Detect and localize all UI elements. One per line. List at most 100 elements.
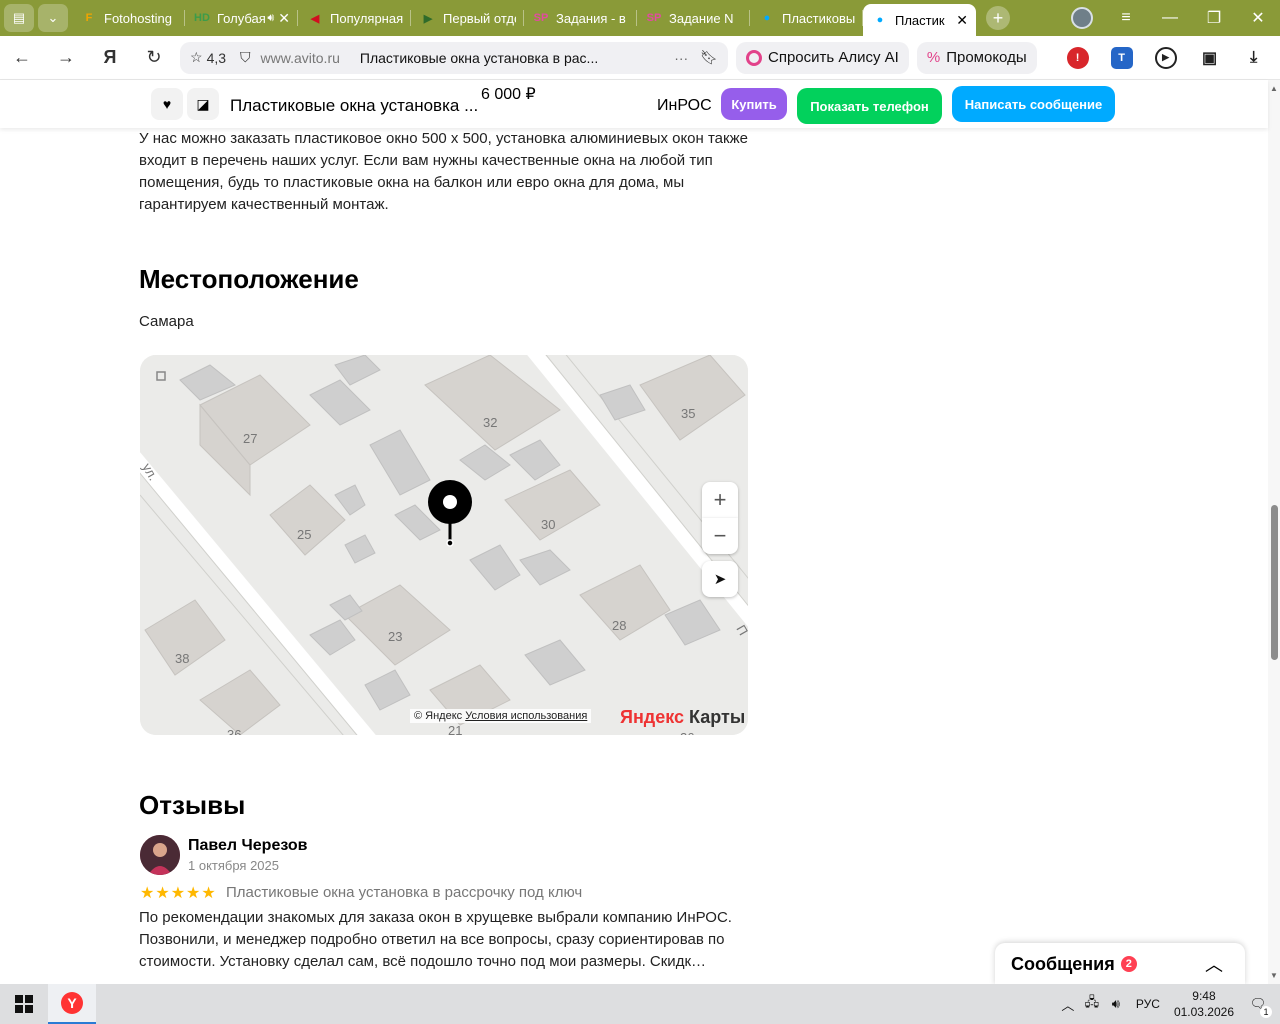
restore-icon[interactable]: ❐ [1192,8,1236,28]
avatar[interactable] [140,835,180,875]
browser-tab[interactable]: HD Голубая 🔊︎ ✕ [185,0,298,36]
browser-tab[interactable]: ▶ Первый отдел [411,0,524,36]
tab-title: Задания - в [556,10,626,26]
sticky-product-header: ♥ ◪ Пластиковые окна установка ... 6 000… [0,80,1268,128]
review-text: По рекомендации знакомых для заказа окон… [139,909,732,970]
bookmark-icon[interactable]: 🔖︎ [700,49,718,66]
downloads-icon[interactable]: ⤓ [1243,47,1265,69]
tray-overflow-chevron-icon[interactable]: ︿ [1056,995,1080,1014]
scroll-down-arrow-icon[interactable]: ▼ [1270,971,1278,980]
write-message-button[interactable]: Написать сообщение [952,86,1115,122]
url-domain: www.avito.ru [260,49,340,66]
shield-icon[interactable]: ⛉ [240,49,251,66]
zoom-in-button[interactable]: + [702,482,738,518]
location-heading: Местоположение [139,264,359,294]
yandex-home-icon[interactable]: Я [88,47,132,68]
review-product: Пластиковые окна установка в рассрочку п… [226,884,583,901]
geolocation-arrow-icon[interactable]: ➤ [702,561,738,597]
map-house-number: 21 [448,723,462,735]
more-icon[interactable]: ··· [674,50,688,66]
chevron-up-icon[interactable]: ︿ [1205,951,1223,977]
browser-menu-icon[interactable]: ≡ [1104,9,1148,27]
map-canvas: 27 32 35 25 30 23 28 38 36 21 26 ул. П [140,355,748,735]
windows-start-icon[interactable] [0,984,48,1024]
notifications-icon[interactable]: 🗨︎ 1 [1246,996,1272,1018]
show-phone-button[interactable]: Показать телефон [797,88,942,124]
promocodes-button[interactable]: % Промокоды [916,41,1037,74]
volume-icon[interactable]: 🔊︎ [1104,996,1128,1012]
new-tab-button[interactable]: + [986,6,1010,30]
zoom-out-button[interactable]: − [702,518,738,554]
forward-icon[interactable]: → [44,47,88,68]
tab-favicon-icon: ▶ [423,12,433,25]
network-icon[interactable]: 🖧︎ [1080,993,1104,1015]
sticky-product-title[interactable]: Пластиковые окна установка ... [230,96,478,116]
map-house-number: 36 [227,727,241,735]
close-window-icon[interactable]: ✕ [1236,8,1280,28]
collections-icon[interactable]: ▣ [1199,47,1221,69]
input-language[interactable]: РУС [1136,997,1160,1011]
scroll-up-arrow-icon[interactable]: ▲ [1270,84,1278,93]
media-player-icon[interactable]: ▶ [1154,46,1177,69]
sticky-price: 6 000 ₽ [481,86,536,103]
browser-tab[interactable]: ◀ Популярная [298,0,411,36]
extension-translate-icon[interactable]: T [1110,46,1133,69]
note-icon[interactable]: ◪ [187,88,219,120]
star-icon: ☆ [190,49,203,65]
map-copyright-text: © Яндекс [414,710,463,722]
promocodes-label: Промокоды [946,49,1027,66]
clock-time: 9:48 [1192,989,1216,1003]
tab-title: Пластиковые [782,10,855,26]
tab-favicon-icon: HD [194,12,210,24]
tab-title: Пластик [895,12,945,28]
buy-button[interactable]: Купить [721,88,787,120]
map-house-number: 27 [243,431,257,446]
yandex-maps-logo[interactable]: Яндекс Карты [620,707,745,728]
browser-tab[interactable]: F Fotohosting [72,0,185,36]
browser-tab[interactable]: ● Пластиковые [750,0,863,36]
review-author[interactable]: Павел Черезов [188,837,308,855]
messages-label: Сообщения [1011,953,1115,974]
notifications-count: 1 [1260,1006,1272,1018]
site-rating[interactable]: ☆ 4,3 [190,49,226,66]
tab-close-icon[interactable]: ✕ [956,12,968,29]
tab-title: Голубая [217,10,266,26]
map-house-number: 38 [175,651,189,666]
tab-close-icon[interactable]: ✕ [278,10,290,27]
tab-list-chevron-icon[interactable]: ⌄ [38,4,68,32]
clock[interactable]: 9:48 01.03.2026 [1174,988,1234,1020]
tab-title: Задание N [669,10,734,26]
percent-icon: % [926,49,941,66]
ask-alice-button[interactable]: Спросить Алису AI [736,41,909,74]
yandex-maps-logo-red: Яндекс [620,707,685,727]
reviews-heading: Отзывы [139,790,246,820]
page-scrollbar[interactable]: ▲ ▼ [1268,80,1280,984]
map-terms-link[interactable]: Условия использования [465,710,587,722]
ask-alice-label: Спросить Алису AI [768,49,899,66]
page-title-in-address: Пластиковые окна установка в рас... [359,49,599,66]
browser-tab[interactable]: SP Задание N [637,0,750,36]
yandex-browser-taskbar-icon[interactable]: Y [48,984,96,1024]
windows-logo-icon [15,995,33,1013]
site-rating-value: 4,3 [206,49,227,66]
scrollbar-thumb[interactable] [1271,505,1278,660]
clock-date: 01.03.2026 [1173,1005,1234,1019]
messages-widget[interactable]: Сообщения 2 ︿ [995,943,1245,985]
address-bar[interactable]: ☆ 4,3 ⛉ www.avito.ru Пластиковые окна уст… [180,41,728,74]
reload-icon[interactable]: ↻ [132,47,176,68]
sidebar-toggle-icon[interactable]: ▤ [4,4,34,32]
back-icon[interactable]: ← [0,47,44,68]
yandex-logo-icon: Y [61,992,83,1014]
browser-tab[interactable]: ● Пластик ✕ [863,4,976,36]
avatar-image [140,835,180,875]
extension-shield-icon[interactable]: ! [1066,46,1089,69]
seller-name[interactable]: ИнРОС [657,97,712,115]
location-map[interactable]: 27 32 35 25 30 23 28 38 36 21 26 ул. П +… [140,355,748,735]
profile-avatar[interactable] [1060,7,1104,29]
browser-tab[interactable]: SP Задания - в [524,0,637,36]
navigation-bar: ← → Я ↻ ☆ 4,3 ⛉ www.avito.ru Пластиковые … [0,36,1280,80]
favorite-heart-icon[interactable]: ♥ [151,88,183,120]
minimize-icon[interactable]: — [1148,9,1192,27]
tab-audio-icon[interactable]: 🔊︎ [267,12,274,25]
tab-favicon-icon: ● [876,14,884,26]
